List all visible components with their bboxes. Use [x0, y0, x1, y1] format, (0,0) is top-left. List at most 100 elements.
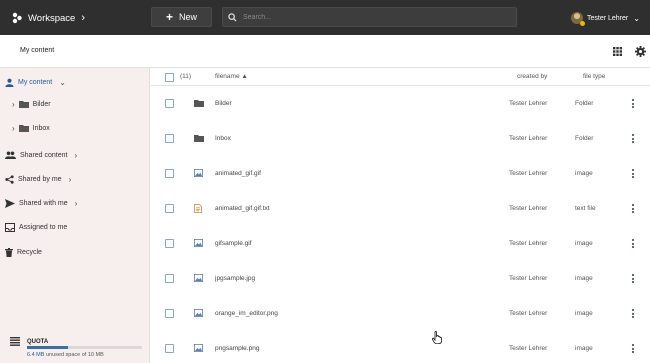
folder-icon	[194, 134, 204, 144]
file-name[interactable]: gifsample.gif	[215, 240, 252, 247]
image-icon	[194, 309, 203, 319]
sidebar-item-label: Shared content	[20, 151, 68, 159]
row-checkbox[interactable]	[165, 239, 174, 248]
workspace-label: Workspace	[28, 12, 76, 24]
quota-remaining-text: unused space of 10 MB	[44, 352, 104, 358]
more-options-icon[interactable]	[632, 239, 635, 250]
more-options-icon[interactable]	[632, 204, 635, 215]
sidebar-item-label: Shared by me	[18, 175, 62, 183]
chevron-right-icon[interactable]: ›	[12, 100, 15, 109]
workspace-menu[interactable]: Workspace ›	[11, 10, 85, 26]
file-created-by: Tester Lehrer	[509, 205, 548, 212]
file-created-by: Tester Lehrer	[509, 240, 548, 247]
row-checkbox[interactable]	[165, 169, 174, 178]
file-created-by: Tester Lehrer	[509, 345, 548, 352]
top-bar: Workspace › + New Tester Lehrer ⌄	[0, 0, 650, 35]
table-header: (11) filename ▲ created by file type	[151, 68, 650, 86]
chevron-right-icon[interactable]: ›	[12, 124, 15, 133]
column-filename[interactable]: filename ▲	[215, 73, 248, 80]
file-name[interactable]: Bilder	[215, 100, 232, 107]
hand-cursor-icon	[432, 331, 442, 344]
chevron-right-icon: ›	[74, 198, 78, 208]
file-type: image	[575, 240, 593, 247]
new-button[interactable]: + New	[151, 7, 212, 27]
select-all-checkbox[interactable]	[165, 73, 174, 82]
share-icon	[5, 174, 14, 184]
column-file-type[interactable]: file type	[583, 73, 605, 80]
user-name: Tester Lehrer	[587, 14, 629, 22]
sidebar-item-label: Inbox	[32, 124, 50, 132]
row-checkbox[interactable]	[165, 344, 174, 353]
chevron-down-icon: ⌄	[59, 77, 66, 87]
search-input[interactable]	[243, 13, 503, 21]
more-options-icon[interactable]	[632, 134, 635, 145]
table-row[interactable]: pngsample.png Tester Lehrer image	[151, 331, 650, 363]
row-checkbox[interactable]	[165, 204, 174, 213]
table-row[interactable]: orange_im_editor.png Tester Lehrer image	[151, 296, 650, 331]
sidebar-item-shared-content[interactable]: Shared content ›	[5, 149, 77, 161]
file-created-by: Tester Lehrer	[509, 135, 548, 142]
file-name[interactable]: orange_im_editor.png	[215, 310, 278, 317]
image-icon	[194, 274, 203, 284]
table-row[interactable]: animated_gif.gif.txt Tester Lehrer text fi…	[151, 191, 650, 226]
quota-title: QUOTA	[27, 339, 49, 345]
table-row[interactable]: jpgsample.jpg Tester Lehrer image	[151, 261, 650, 296]
table-row[interactable]: gifsample.gif Tester Lehrer image	[151, 226, 650, 261]
table-row[interactable]: Bilder Tester Lehrer Folder	[151, 86, 650, 121]
file-name[interactable]: animated_gif.gif.txt	[215, 205, 270, 212]
sidebar-item-shared-by-me[interactable]: Shared by me ›	[5, 173, 71, 185]
quota-text: 6.4 MB unused space of 10 MB	[27, 352, 104, 358]
search-box[interactable]	[222, 7, 517, 27]
quota-bar-fill	[27, 346, 69, 349]
sidebar-item-label: Recycle	[17, 248, 42, 256]
plus-icon: +	[165, 10, 173, 24]
table-row[interactable]: animated_gif.gif Tester Lehrer image	[151, 156, 650, 191]
user-menu[interactable]: Tester Lehrer ⌄	[571, 10, 640, 26]
chevron-down-icon: ⌄	[633, 13, 640, 23]
more-options-icon[interactable]	[632, 99, 635, 110]
new-button-label: New	[179, 12, 198, 22]
file-type: text file	[575, 205, 596, 212]
sidebar-item-bilder-tree[interactable]: › Bilder	[12, 98, 51, 110]
row-checkbox[interactable]	[165, 309, 174, 318]
quota-list-icon	[10, 337, 20, 346]
sidebar	[0, 68, 150, 363]
folder-icon	[18, 125, 29, 132]
file-type: image	[575, 275, 593, 282]
file-name[interactable]: Inbox	[215, 135, 231, 142]
sidebar-item-label: My content	[18, 78, 53, 86]
sidebar-item-my-content[interactable]: My content ⌄	[5, 76, 66, 88]
sort-asc-icon: ▲	[241, 73, 248, 80]
gear-icon[interactable]	[635, 46, 646, 57]
row-checkbox[interactable]	[165, 134, 174, 143]
chevron-right-icon: ›	[81, 12, 86, 24]
file-name[interactable]: animated_gif.gif	[215, 170, 261, 177]
image-icon	[194, 169, 203, 179]
folder-icon	[18, 101, 29, 108]
more-options-icon[interactable]	[632, 274, 635, 285]
quota-bar	[27, 346, 142, 349]
grid-view-icon[interactable]	[613, 47, 622, 56]
file-created-by: Tester Lehrer	[509, 170, 548, 177]
text-file-icon	[194, 204, 202, 215]
file-name[interactable]: jpgsample.jpg	[215, 275, 255, 282]
more-options-icon[interactable]	[632, 344, 635, 355]
more-options-icon[interactable]	[632, 309, 635, 320]
search-icon	[228, 12, 237, 22]
file-name[interactable]: pngsample.png	[215, 345, 259, 352]
sidebar-item-recycle[interactable]: Recycle	[5, 246, 42, 258]
more-options-icon[interactable]	[632, 169, 635, 180]
sidebar-item-shared-with-me[interactable]: Shared with me ›	[5, 197, 77, 209]
column-created-by[interactable]: created by	[517, 73, 547, 80]
user-icon	[5, 78, 14, 87]
sidebar-item-assigned-to-me[interactable]: Assigned to me	[5, 221, 67, 233]
row-checkbox[interactable]	[165, 99, 174, 108]
sidebar-item-inbox[interactable]: › Inbox	[12, 122, 72, 134]
table-row[interactable]: Inbox Tester Lehrer Folder	[151, 121, 650, 156]
group-icon	[5, 151, 16, 159]
row-checkbox[interactable]	[165, 274, 174, 283]
file-type: image	[575, 345, 593, 352]
quota-used: 6.4 MB	[27, 352, 45, 358]
file-created-by: Tester Lehrer	[509, 275, 548, 282]
image-icon	[194, 239, 203, 249]
